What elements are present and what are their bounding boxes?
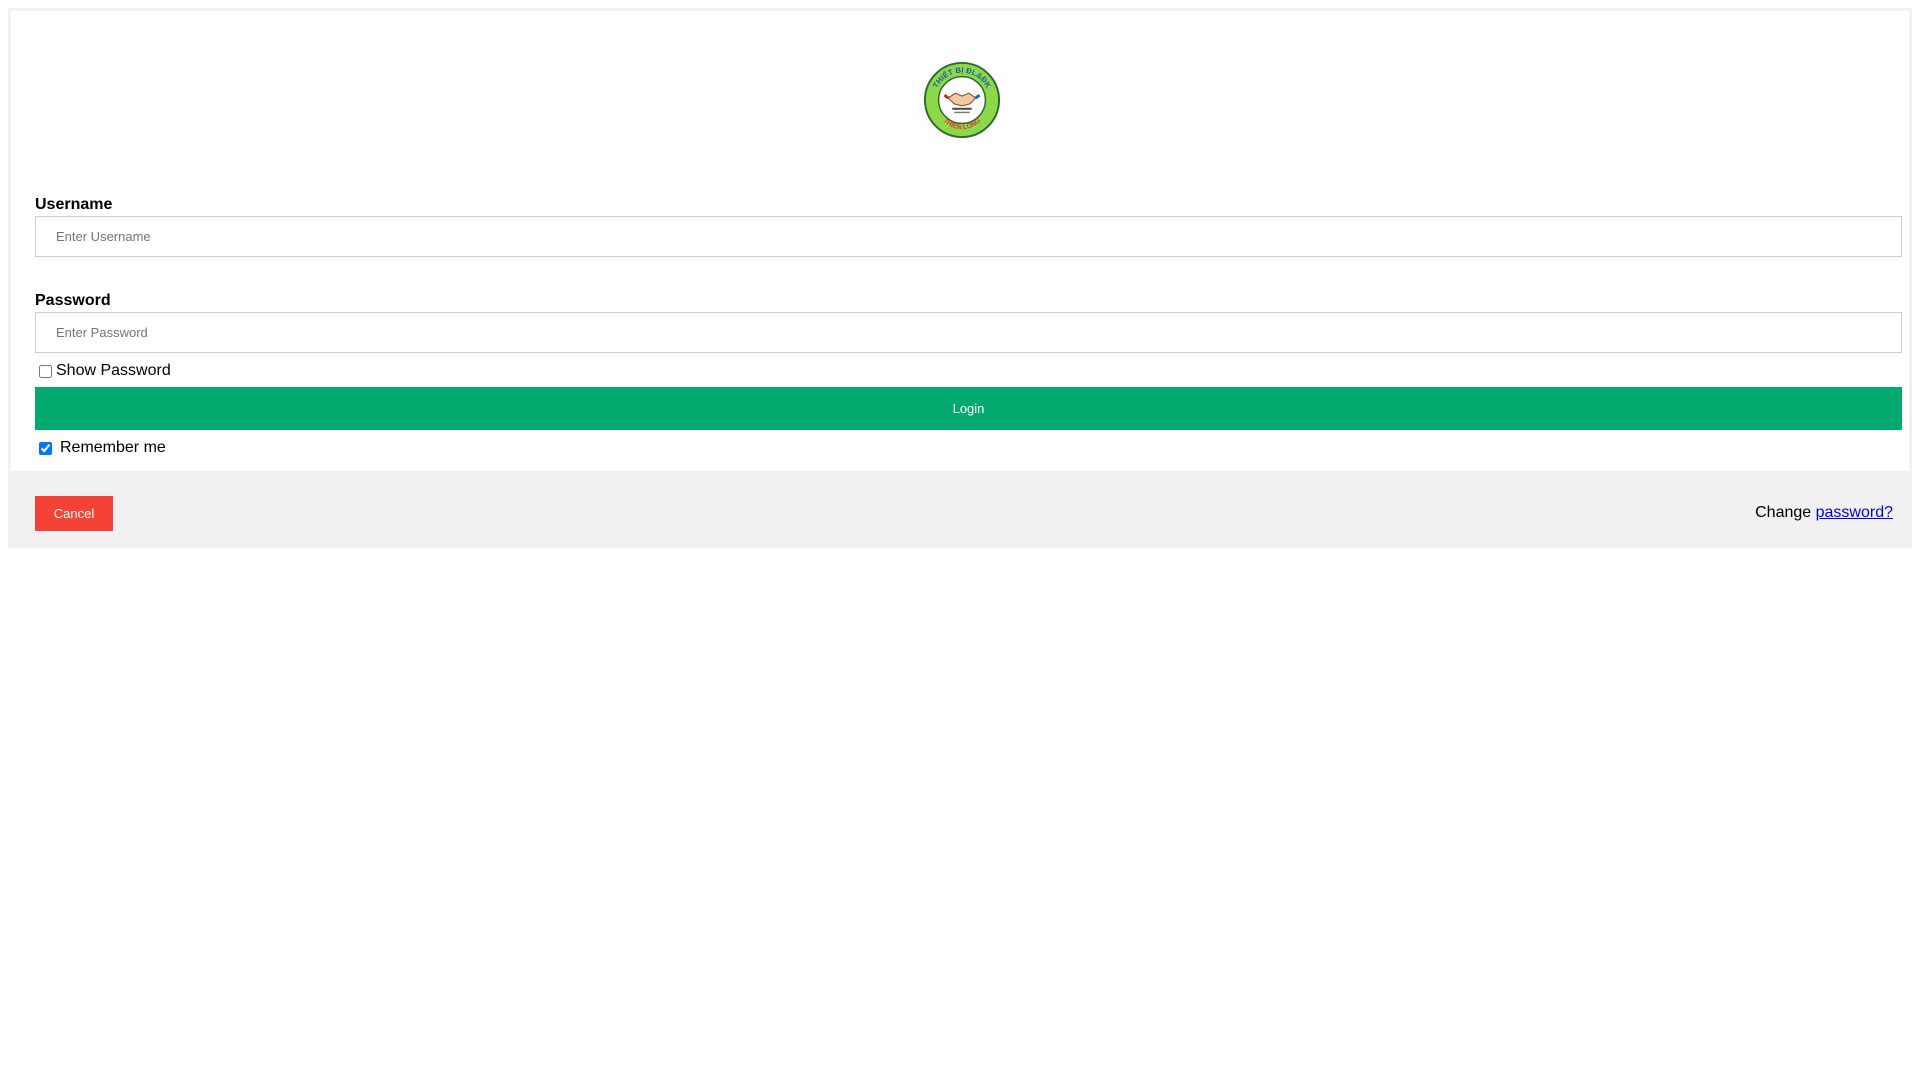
show-password-label: Show Password: [56, 362, 171, 379]
remember-me-label: Remember me: [60, 439, 166, 456]
remember-me-checkbox[interactable]: [39, 441, 52, 455]
username-input[interactable]: [35, 216, 1902, 257]
login-form: THIẾT BỊ ĐL&ĐK THIÊN LONG Username Passw…: [8, 8, 1912, 548]
change-password-prefix: Change: [1755, 504, 1816, 521]
form-footer: Cancel Change password?: [11, 471, 1909, 545]
show-password-row: Show Password: [35, 361, 1902, 381]
form-fields: Username Password Show Password Login Re…: [35, 194, 1902, 458]
login-button[interactable]: Login: [35, 387, 1902, 430]
change-password-text: Change password?: [1755, 503, 1893, 523]
remember-me-row: Remember me: [35, 438, 1902, 458]
change-password-link[interactable]: password?: [1816, 504, 1893, 521]
show-password-checkbox[interactable]: [39, 364, 52, 378]
username-label: Username: [35, 196, 113, 213]
company-logo-icon: THIẾT BỊ ĐL&ĐK THIÊN LONG: [923, 61, 1001, 139]
password-input[interactable]: [35, 312, 1902, 353]
cancel-button[interactable]: Cancel: [35, 496, 113, 531]
password-label: Password: [35, 292, 111, 309]
logo-container: THIẾT BỊ ĐL&ĐK THIÊN LONG: [11, 11, 1909, 186]
